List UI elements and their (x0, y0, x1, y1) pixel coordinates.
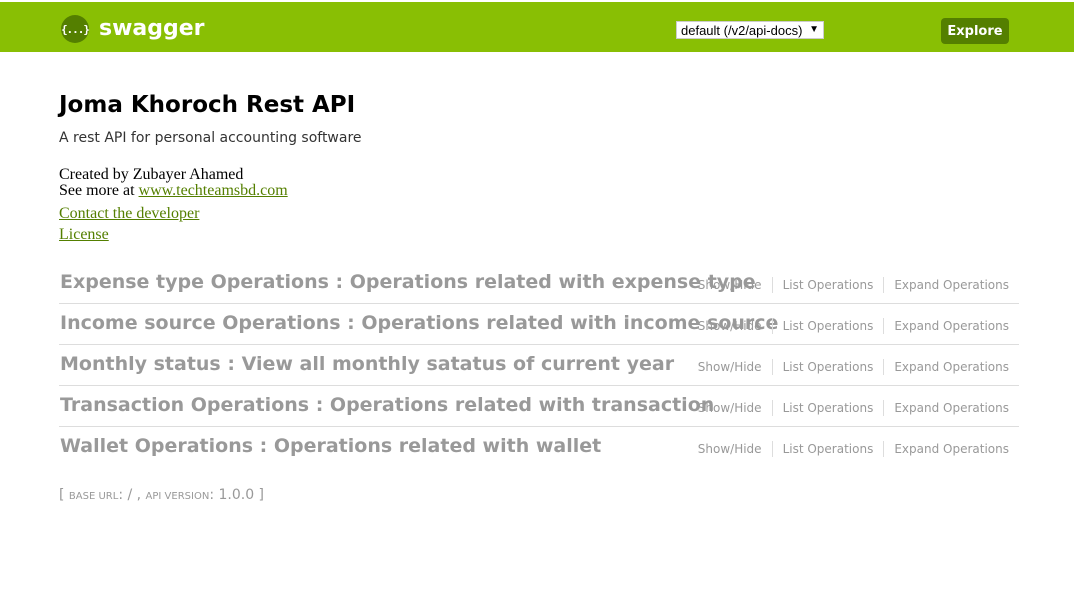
api-meta-footer: [ base url: / , api version: 1.0.0 ] (59, 486, 264, 506)
show-hide-link[interactable]: Show/Hide (698, 359, 773, 375)
show-hide-link[interactable]: Show/Hide (698, 400, 773, 416)
resource-item: Wallet Operations : Operations related w… (59, 427, 1019, 467)
see-more-prefix: See more at (59, 182, 139, 199)
api-title: Joma Khoroch Rest API (59, 92, 356, 118)
list-operations-link[interactable]: List Operations (773, 400, 885, 416)
website-link[interactable]: www.techteamsbd.com (139, 182, 288, 199)
footer-open-bracket: [ (59, 487, 69, 503)
api-version-value: : 1.0.0 ] (209, 487, 265, 503)
expand-operations-link[interactable]: Expand Operations (884, 318, 1009, 334)
chevron-down-icon: ▼ (809, 24, 819, 35)
resource-heading-link[interactable]: Wallet Operations : Operations related w… (60, 434, 601, 458)
expand-operations-link[interactable]: Expand Operations (884, 359, 1009, 375)
expand-operations-link[interactable]: Expand Operations (884, 277, 1009, 293)
contact-info: Created by Zubayer Ahamed See more at ww… (59, 167, 288, 199)
resource-options: Show/Hide List Operations Expand Operati… (698, 441, 1009, 457)
swagger-logo-text: swagger (99, 16, 205, 41)
api-spec-select-value: default (/v2/api-docs) (681, 22, 803, 38)
resource-item: Income source Operations : Operations re… (59, 304, 1019, 345)
swagger-logo-icon: {...} (61, 15, 90, 43)
list-operations-link[interactable]: List Operations (773, 441, 885, 457)
api-description: A rest API for personal accounting softw… (59, 130, 362, 146)
resource-heading-link[interactable]: Transaction Operations : Operations rela… (60, 393, 714, 417)
see-more-line: See more at www.techteamsbd.com (59, 183, 288, 199)
resource-heading-link[interactable]: Monthly status : View all monthly satatu… (60, 352, 674, 376)
resource-item: Transaction Operations : Operations rela… (59, 386, 1019, 427)
resource-item: Expense type Operations : Operations rel… (59, 263, 1019, 304)
list-operations-link[interactable]: List Operations (773, 359, 885, 375)
expand-operations-link[interactable]: Expand Operations (884, 441, 1009, 457)
swagger-logo[interactable]: {...} swagger (61, 15, 205, 43)
show-hide-link[interactable]: Show/Hide (698, 277, 773, 293)
resource-item: Monthly status : View all monthly satatu… (59, 345, 1019, 386)
list-operations-link[interactable]: List Operations (773, 277, 885, 293)
contact-developer-link[interactable]: Contact the developer (59, 205, 199, 223)
created-by-text: Created by Zubayer Ahamed (59, 166, 244, 183)
top-bar: {...} swagger default (/v2/api-docs) ▼ E… (0, 2, 1074, 52)
resource-options: Show/Hide List Operations Expand Operati… (698, 277, 1009, 293)
list-operations-link[interactable]: List Operations (773, 318, 885, 334)
license-link[interactable]: License (59, 226, 109, 244)
api-spec-select[interactable]: default (/v2/api-docs) ▼ (676, 21, 824, 39)
expand-operations-link[interactable]: Expand Operations (884, 400, 1009, 416)
resource-heading-link[interactable]: Income source Operations : Operations re… (60, 311, 778, 335)
show-hide-link[interactable]: Show/Hide (698, 441, 773, 457)
base-url-label: base url (68, 491, 119, 502)
explore-button[interactable]: Explore (941, 18, 1009, 44)
resource-options: Show/Hide List Operations Expand Operati… (698, 400, 1009, 416)
resource-list: Expense type Operations : Operations rel… (59, 263, 1019, 467)
resource-heading-link[interactable]: Expense type Operations : Operations rel… (60, 270, 756, 294)
api-version-label: api version (145, 491, 210, 502)
resource-options: Show/Hide List Operations Expand Operati… (698, 318, 1009, 334)
resource-options: Show/Hide List Operations Expand Operati… (698, 359, 1009, 375)
show-hide-link[interactable]: Show/Hide (698, 318, 773, 334)
base-url-value: : / , (118, 487, 146, 503)
